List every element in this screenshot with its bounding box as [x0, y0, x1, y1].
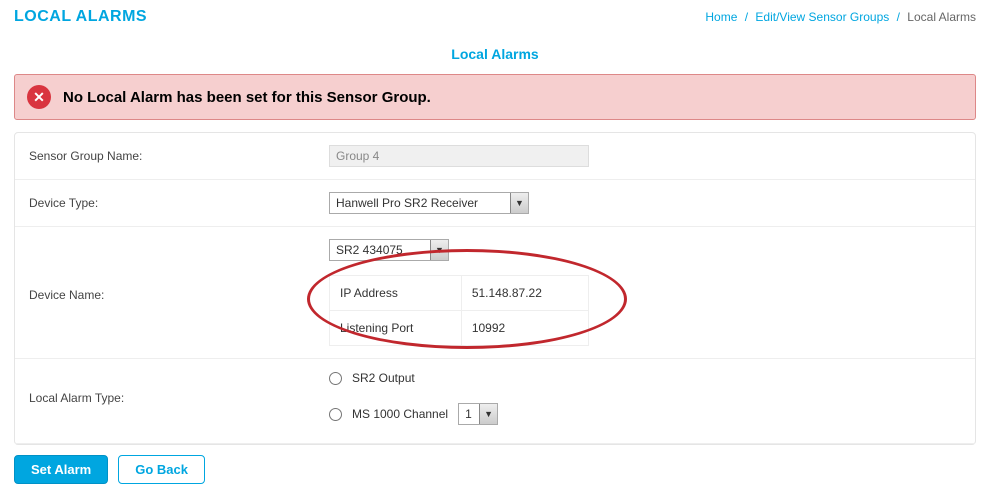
listening-port-value: 10992	[461, 311, 588, 346]
alert-message: No Local Alarm has been set for this Sen…	[63, 89, 431, 106]
alert-banner: ✕ No Local Alarm has been set for this S…	[14, 74, 976, 120]
breadcrumb-sep: /	[745, 10, 748, 24]
ms1000-channel-radio[interactable]	[329, 408, 342, 421]
ms1000-channel-label: MS 1000 Channel	[352, 407, 448, 421]
sensor-group-name-field: Group 4	[329, 145, 589, 167]
go-back-button[interactable]: Go Back	[118, 455, 205, 484]
breadcrumb-home[interactable]: Home	[705, 10, 737, 24]
ip-address-value: 51.148.87.22	[461, 276, 588, 311]
form-panel: Sensor Group Name: Group 4 Device Type: …	[14, 132, 976, 445]
device-info-table: IP Address 51.148.87.22 Listening Port 1…	[329, 275, 589, 346]
table-row: IP Address 51.148.87.22	[330, 276, 589, 311]
local-alarm-type-label: Local Alarm Type:	[29, 371, 329, 405]
chevron-down-icon: ▼	[510, 193, 528, 213]
breadcrumb-sensor-groups[interactable]: Edit/View Sensor Groups	[755, 10, 889, 24]
sub-heading: Local Alarms	[0, 30, 990, 74]
channel-value: 1	[459, 407, 478, 421]
page-heading: LOCAL ALARMS	[14, 8, 147, 26]
channel-select[interactable]: 1 ▼	[458, 403, 498, 425]
device-name-select[interactable]: SR2 434075 ▼	[329, 239, 449, 261]
sensor-group-name-label: Sensor Group Name:	[29, 145, 329, 163]
device-type-select[interactable]: Hanwell Pro SR2 Receiver ▼	[329, 192, 529, 214]
breadcrumb-current: Local Alarms	[907, 10, 976, 24]
device-type-label: Device Type:	[29, 192, 329, 210]
device-type-value: Hanwell Pro SR2 Receiver	[330, 196, 484, 210]
listening-port-label: Listening Port	[330, 311, 462, 346]
device-name-value: SR2 434075	[330, 243, 430, 257]
breadcrumb-sep: /	[897, 10, 900, 24]
chevron-down-icon: ▼	[479, 404, 497, 424]
sr2-output-radio[interactable]	[329, 372, 342, 385]
ip-address-label: IP Address	[330, 276, 462, 311]
set-alarm-button[interactable]: Set Alarm	[14, 455, 108, 484]
breadcrumb: Home / Edit/View Sensor Groups / Local A…	[705, 10, 976, 24]
device-name-label: Device Name:	[29, 284, 329, 302]
error-icon: ✕	[27, 85, 51, 109]
sr2-output-label: SR2 Output	[352, 371, 415, 385]
chevron-down-icon: ▼	[430, 240, 448, 260]
table-row: Listening Port 10992	[330, 311, 589, 346]
